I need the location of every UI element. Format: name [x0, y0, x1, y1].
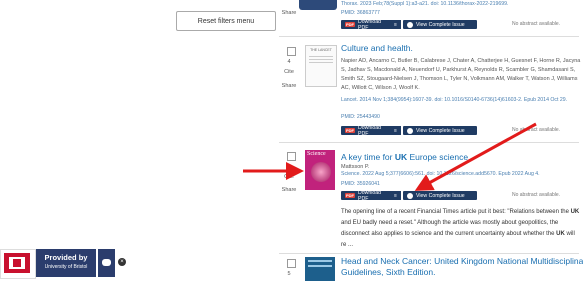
red-arrow-right [414, 122, 537, 191]
annotation-overlay [243, 122, 537, 191]
